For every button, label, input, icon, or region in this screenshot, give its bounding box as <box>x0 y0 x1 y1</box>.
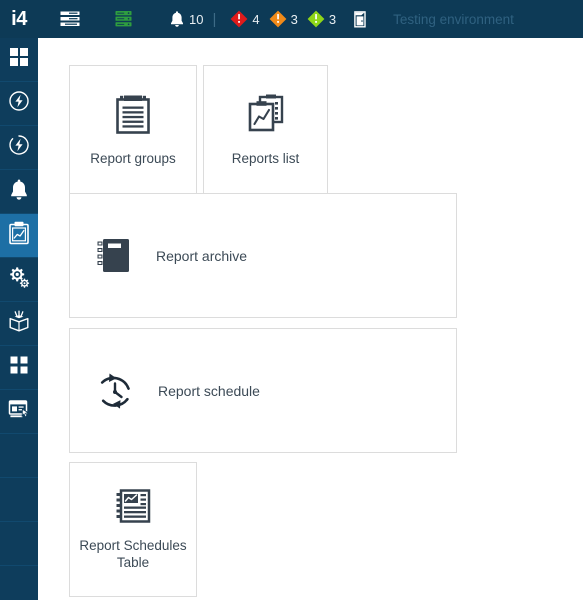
sidebar-item-dashboard[interactable] <box>0 38 38 82</box>
notifications-bell[interactable] <box>143 0 185 38</box>
sidebar-item-assets[interactable] <box>0 302 38 346</box>
clipboard-chart-icon <box>8 221 30 250</box>
tile-label: Reports list <box>231 150 300 166</box>
clipboard-lines-icon <box>113 94 153 136</box>
toolbar-separator: | <box>212 10 217 28</box>
environment-label: Testing environment <box>393 11 514 27</box>
window-cursor-icon <box>8 398 30 425</box>
open-box-icon <box>8 310 30 337</box>
sidebar-item-apps[interactable] <box>0 346 38 390</box>
notebook-icon <box>94 236 134 276</box>
sidebar-item-reports[interactable] <box>0 214 38 258</box>
sidebar-item-blank-2[interactable] <box>0 478 38 522</box>
gears-icon <box>7 265 31 294</box>
server-database-icon[interactable] <box>90 0 143 38</box>
tile-report-schedules-table[interactable]: Report Schedules Table <box>69 462 197 597</box>
clock-refresh-icon <box>94 370 136 412</box>
alarm-critical[interactable]: 4 <box>223 10 261 28</box>
bolt-circle-icon <box>8 90 30 117</box>
tile-report-archive[interactable]: Report archive <box>69 193 457 318</box>
tile-report-groups[interactable]: Report groups <box>69 65 197 195</box>
report-table-icon <box>114 488 152 526</box>
alarm-high-count: 3 <box>290 11 298 27</box>
sidebar-item-settings[interactable] <box>0 258 38 302</box>
sidebar-item-energy-alt[interactable] <box>0 126 38 170</box>
tile-label: Report groups <box>90 150 176 166</box>
grid-icon <box>10 356 28 379</box>
sidebar-item-energy[interactable] <box>0 82 38 126</box>
bell-icon <box>9 178 29 205</box>
app-logo[interactable]: i4 <box>0 0 38 38</box>
tile-report-schedule[interactable]: Report schedule <box>69 328 457 453</box>
sidebar-item-alarms[interactable] <box>0 170 38 214</box>
tile-label: Report Schedules Table <box>79 538 187 570</box>
sidebar-navigation <box>0 38 38 600</box>
tile-label: Report schedule <box>158 382 260 399</box>
main-content: Report groups Reports list Report archiv… <box>38 38 583 600</box>
alarm-critical-count: 4 <box>252 11 260 27</box>
top-bar: i4 10 | 4 3 3 Testing environment <box>0 0 583 38</box>
bolt-circle-alt-icon <box>8 134 30 161</box>
alarm-medium-count: 3 <box>328 11 337 27</box>
alarm-high[interactable]: 3 <box>262 10 300 28</box>
tile-label: Report archive <box>156 247 248 264</box>
sidebar-item-blank-3[interactable] <box>0 522 38 566</box>
alarm-medium[interactable]: 3 <box>300 10 338 28</box>
sidebar-item-blank-1[interactable] <box>0 434 38 478</box>
clipboards-chart-icon <box>245 94 287 136</box>
tile-reports-list[interactable]: Reports list <box>203 65 328 195</box>
application-root: i4 10 | 4 3 3 Testing environment Report… <box>0 0 583 600</box>
logout-door-icon[interactable] <box>338 0 379 38</box>
form-list-icon[interactable] <box>38 0 90 38</box>
grid-icon <box>9 47 29 72</box>
sidebar-item-screens[interactable] <box>0 390 38 434</box>
notification-count: 10 <box>189 11 204 27</box>
